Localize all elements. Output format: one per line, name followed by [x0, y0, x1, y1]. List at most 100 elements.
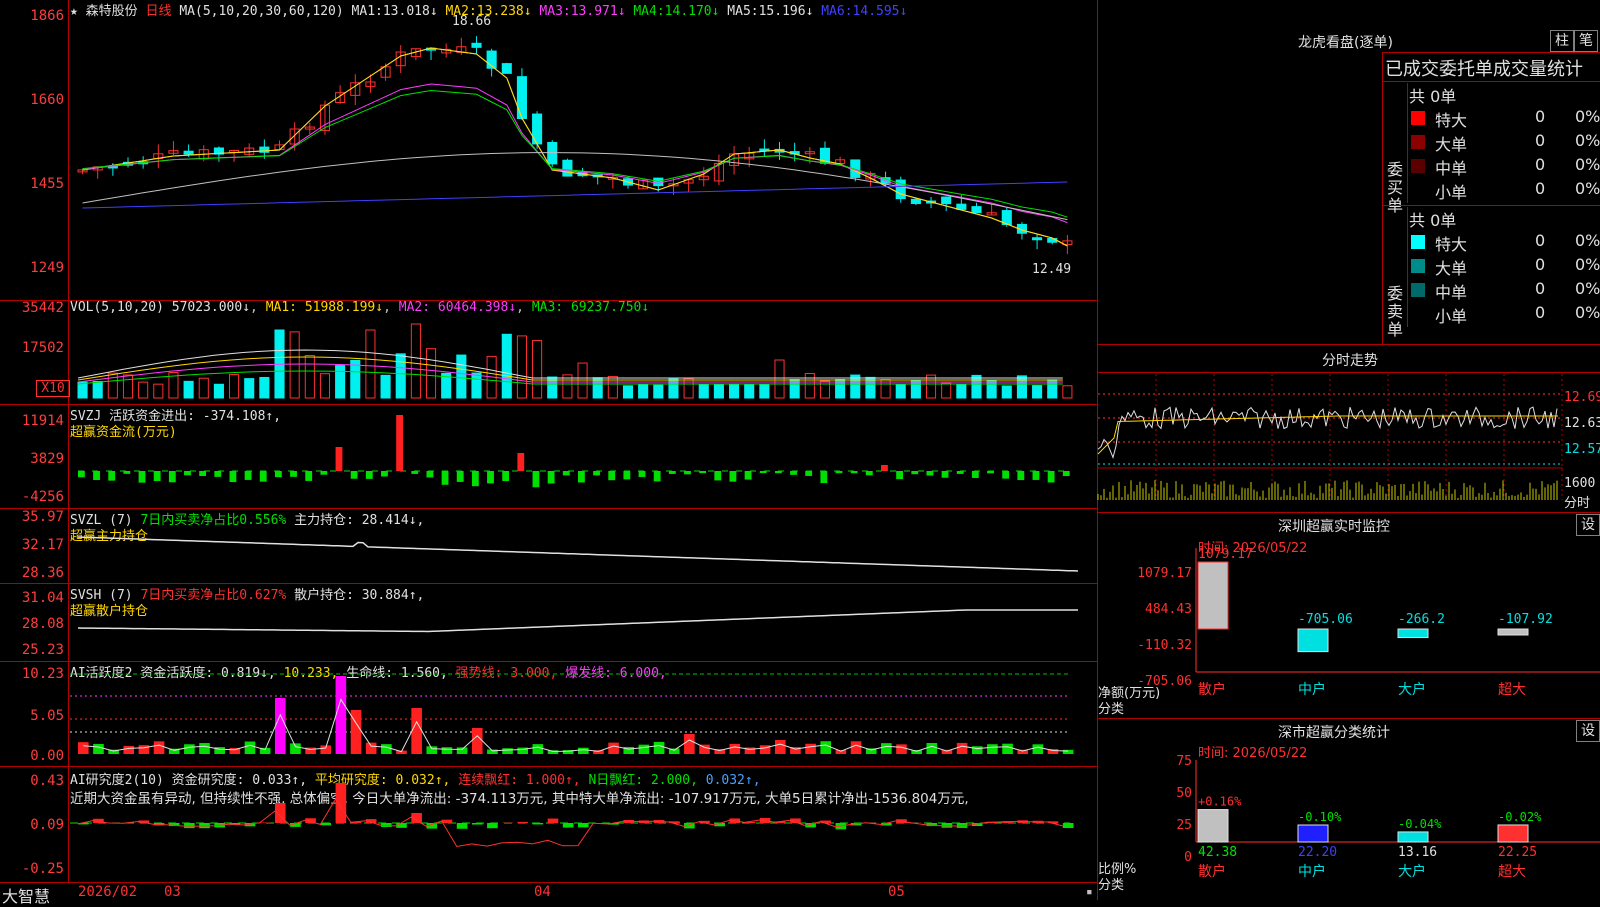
- x-axis: 大智慧 2026/02 03 04 05 ▪: [0, 882, 1097, 901]
- order-row-sell: 大单00%: [1409, 255, 1600, 277]
- monitor-settings-button[interactable]: 设: [1576, 514, 1600, 536]
- flow-bar: [487, 471, 494, 483]
- order-pct: 0%: [1575, 255, 1600, 274]
- activity-bar: [987, 744, 998, 754]
- research-bar: [533, 823, 544, 824]
- volume-bar: [745, 384, 754, 398]
- svzj-tick-2: 3829: [2, 451, 64, 467]
- flow-bar: [245, 471, 252, 480]
- classify-settings-button[interactable]: 设: [1576, 720, 1600, 742]
- order-size-label: 中单: [1435, 279, 1467, 303]
- ai-research-t1: 资金研究度: 0.033↑,: [172, 773, 307, 788]
- monitor-bar-value: 1079.17: [1198, 547, 1253, 562]
- flow-bar: [896, 471, 903, 479]
- volume-bar: [305, 356, 314, 398]
- research-bar: [472, 823, 483, 825]
- activity-bar: [154, 741, 165, 754]
- intraday-unit: 分时: [1564, 492, 1590, 511]
- price-tick-3: 1455: [2, 176, 64, 192]
- flow-bar: [563, 471, 570, 475]
- research-bar: [1063, 823, 1074, 828]
- flow-bar: [1017, 471, 1024, 480]
- order-color-swatch: [1411, 111, 1425, 125]
- star-icon[interactable]: ★: [70, 4, 86, 19]
- volume-pane[interactable]: VOL(5,10,20) 57023.000↓, MA1: 51988.199↓…: [0, 300, 1097, 405]
- classify-chart: +0.16%42.38散户-0.10%22.20中户-0.04%13.16大户-…: [1196, 760, 1600, 900]
- activity-bar: [684, 734, 695, 754]
- activity-bar: [881, 743, 892, 754]
- volume-bar: [154, 384, 163, 398]
- ma5-label: MA5:: [727, 4, 758, 19]
- price-tick-2: 1660: [2, 92, 64, 108]
- monitor-xlabel: 分类: [1098, 698, 1124, 717]
- order-color-swatch: [1411, 235, 1425, 249]
- order-pct: 0%: [1575, 131, 1600, 150]
- flow-bar: [639, 471, 646, 477]
- volume-bar: [639, 384, 648, 398]
- classify-value: 42.38: [1198, 845, 1237, 860]
- activity-bar: [139, 745, 150, 754]
- order-count: 0: [1535, 279, 1545, 298]
- classify-value: 22.25: [1498, 845, 1537, 860]
- flow-bar: [366, 471, 373, 479]
- candle-body: [942, 197, 951, 204]
- order-color-swatch: [1411, 259, 1425, 273]
- svsh-pane[interactable]: SVSH (7) 7日内买卖净占比0.627% 散户持仓: 30.884↑, 超…: [0, 584, 1097, 662]
- volume-bar: [396, 354, 405, 398]
- flow-bar: [139, 471, 146, 483]
- volume-bar: [730, 384, 739, 398]
- flow-bar: [987, 471, 994, 473]
- volume-bar: [972, 375, 981, 398]
- lock-icon[interactable]: ▪: [1086, 885, 1093, 898]
- classify-pct: -0.10%: [1298, 810, 1342, 824]
- vol-unit-badge[interactable]: X10: [36, 380, 70, 397]
- flow-bar: [533, 471, 540, 487]
- order-color-swatch: [1411, 183, 1425, 197]
- intraday-p2: 12.63: [1564, 416, 1600, 431]
- bar-mode-button[interactable]: 柱: [1550, 30, 1574, 52]
- ai-research-pane[interactable]: AI研究度2(10) 资金研究度: 0.033↑, 平均研究度: 0.032↑,…: [0, 767, 1097, 882]
- order-count: 0: [1535, 107, 1545, 126]
- ma1-label: MA1:: [352, 4, 383, 19]
- svsh-text2: 散户持仓: 30.884↑,: [294, 588, 424, 603]
- flow-bar: [775, 471, 782, 473]
- classify-tick-4: 0: [1128, 850, 1192, 865]
- ai-research-label: AI研究度2(10): [70, 773, 164, 788]
- volume-bar: [457, 355, 466, 398]
- activity-bar: [184, 744, 195, 754]
- candlestick-chart[interactable]: [70, 18, 1095, 278]
- activity-bar: [608, 743, 619, 754]
- volume-bar: [78, 382, 87, 398]
- volume-bar: [260, 377, 269, 398]
- volume-bar: [290, 332, 299, 398]
- candle-body: [563, 160, 572, 176]
- research-bar: [336, 783, 347, 823]
- main-holding-line: [70, 529, 1095, 579]
- ma-line: [83, 48, 1068, 246]
- activity-bar: [336, 676, 347, 754]
- period-label[interactable]: 日线: [146, 4, 172, 19]
- tick-mode-button[interactable]: 笔: [1574, 30, 1598, 52]
- ma-line: [83, 48, 1068, 246]
- activity-bar: [1033, 744, 1044, 754]
- price-pane[interactable]: ★ 森特股份 日线 MA(5,10,20,30,60,120) MA1:13.0…: [0, 0, 1097, 301]
- ai-active-tick-3: 0.00: [2, 748, 64, 764]
- activity-bar: [957, 743, 968, 754]
- volume-bar: [1048, 380, 1057, 398]
- dragon-title: 龙虎看盘(逐单): [1298, 32, 1393, 52]
- activity-bar: [1002, 744, 1013, 754]
- monitor-category-label: 散户: [1198, 681, 1226, 698]
- flow-bar: [881, 465, 888, 471]
- volume-bar: [123, 375, 132, 398]
- brand-label[interactable]: 大智慧: [2, 883, 50, 907]
- activity-bar: [123, 746, 134, 754]
- activity-bar: [93, 744, 104, 754]
- candle-body: [548, 142, 557, 163]
- volume-bar: [942, 383, 951, 398]
- svzj-pane[interactable]: SVZJ 活跃资金进出: -374.108↑, 超赢资金流(万元) 11914 …: [0, 405, 1097, 509]
- ai-active-pane[interactable]: AI活跃度2 资金活跃度: 0.819↓, 10.233, 生命线: 1.560…: [0, 662, 1097, 767]
- svzl-pane[interactable]: SVZL (7) 7日内买卖净占比0.556% 主力持仓: 28.414↓, 超…: [0, 509, 1097, 584]
- intraday-chart[interactable]: [1098, 374, 1563, 510]
- classify-value: 22.20: [1298, 845, 1337, 860]
- order-pct: 0%: [1575, 279, 1600, 298]
